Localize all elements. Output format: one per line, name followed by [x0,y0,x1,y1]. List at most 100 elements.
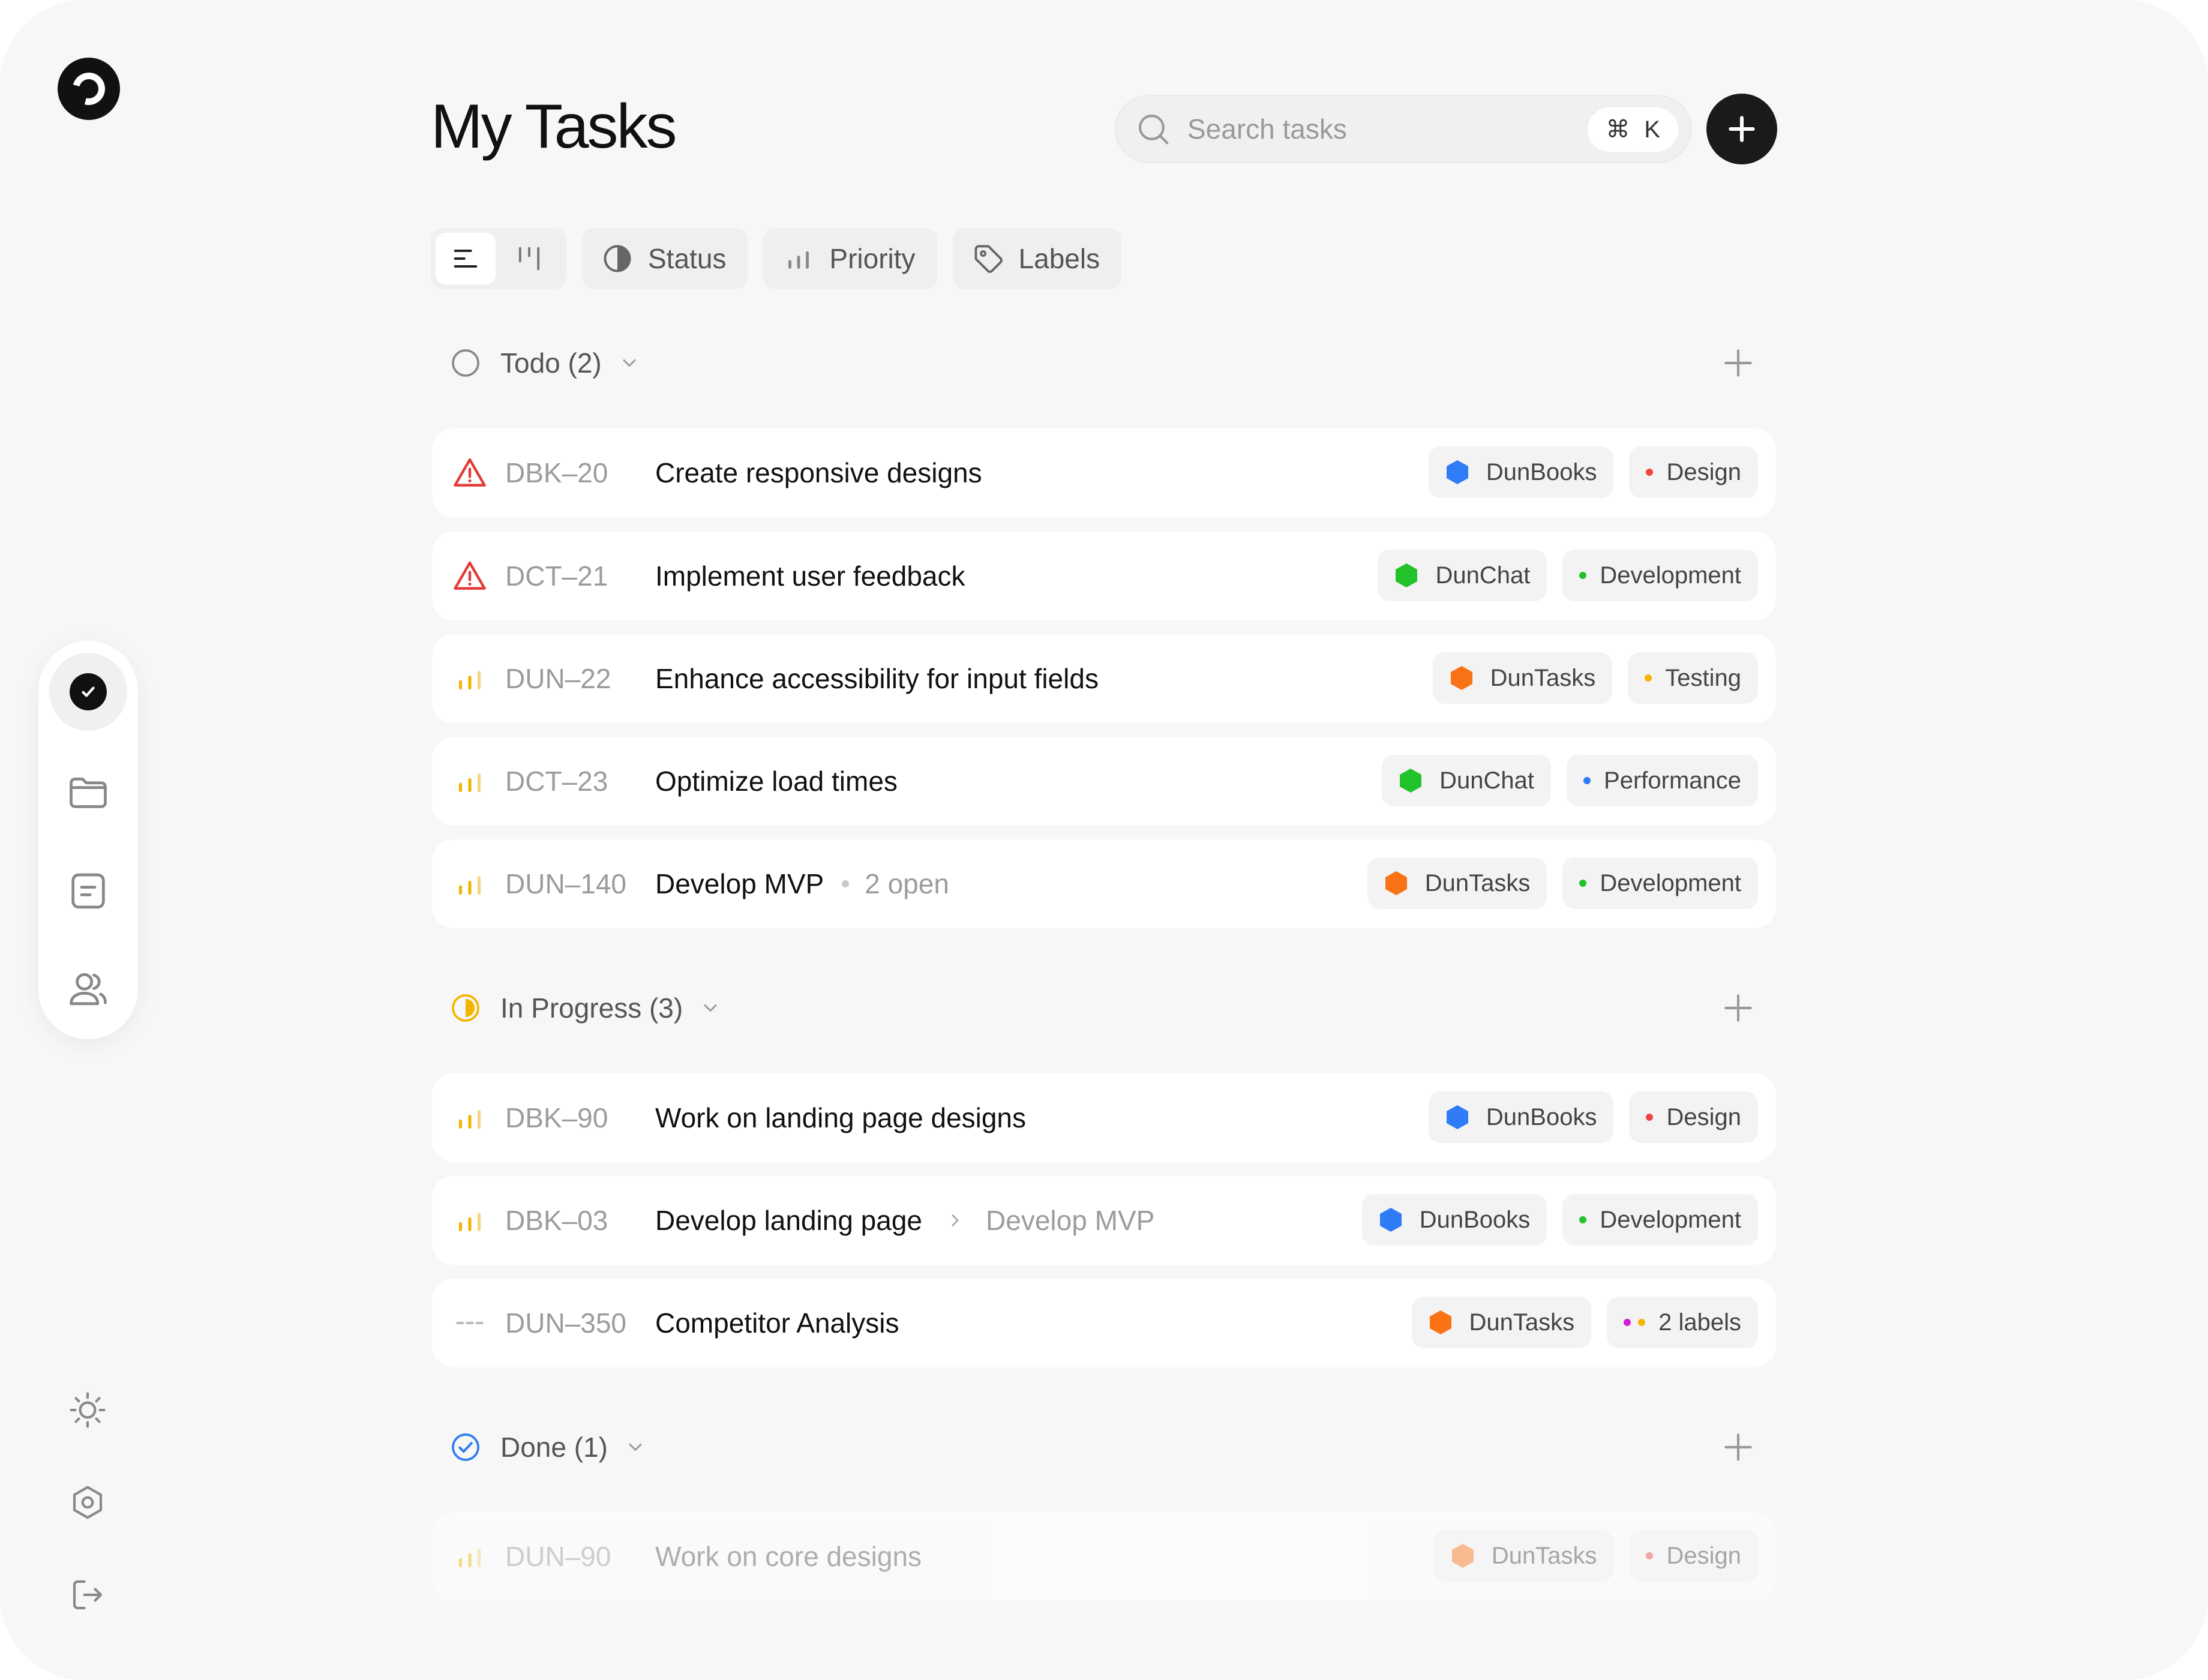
app-window: My Tasks ⌘ K Status Priority [0,0,2208,1680]
task-title: Create responsive designs [655,457,982,488]
hexagon-icon [1396,563,1418,587]
plus-icon[interactable] [1720,989,1757,1027]
plus-icon[interactable] [1720,344,1757,382]
todo-circle-icon [452,349,479,377]
folder-icon [70,778,107,808]
project-tag[interactable]: DunTasks [1432,652,1613,704]
search-input[interactable] [1187,113,1547,145]
hexagon-icon [1379,1208,1402,1232]
label-tag[interactable]: Development [1562,550,1758,601]
label-tag[interactable]: Testing [1628,652,1758,704]
settings-hexagon-icon [73,1486,103,1519]
label-tag[interactable]: Design [1629,446,1758,498]
project-tag[interactable]: DunBooks [1428,1091,1614,1143]
list-icon [454,250,478,268]
task-title: Competitor Analysis [655,1307,899,1339]
settings-button[interactable] [66,1481,109,1524]
label-name: Development [1600,869,1741,896]
group-header-todo[interactable]: Todo (2) [449,342,1757,384]
sidebar-item-projects[interactable] [49,752,127,830]
label-dot [1583,777,1591,784]
project-name: DunTasks [1469,1309,1575,1336]
urgent-warning-icon [450,453,490,493]
parent-task-link[interactable]: Develop MVP [986,1204,1154,1237]
sidebar-item-team[interactable] [49,950,127,1028]
chevron-down-icon[interactable] [700,997,721,1019]
label-dot [1624,1319,1631,1326]
logout-button[interactable] [66,1573,109,1616]
project-tag[interactable]: DunTasks [1411,1297,1592,1348]
urgent-warning-icon [450,556,490,596]
project-tag[interactable]: DunTasks [1367,857,1547,909]
group-header-done[interactable]: Done (1) [449,1426,1757,1468]
plus-icon[interactable] [1720,1429,1757,1466]
label-dot [1646,1114,1654,1121]
task-id: DBK–03 [505,1205,608,1236]
project-tag[interactable]: DunBooks [1361,1194,1547,1246]
task-title: Work on core designs [655,1541,922,1572]
label-name: 2 labels [1658,1309,1741,1336]
task-row[interactable]: DBK–20 Create responsive designs DunBook… [432,428,1776,517]
chevron-down-icon[interactable] [625,1436,646,1458]
task-row[interactable]: DUN–140 Develop MVP 2 open DunTasks Deve… [432,839,1776,928]
search-bar[interactable]: ⌘ K [1115,95,1692,163]
chevron-down-icon[interactable] [619,352,640,374]
in-progress-icon [452,994,479,1022]
priority-medium-icon [450,864,490,904]
list-view-button[interactable] [436,233,496,284]
sidebar-item-tasks[interactable] [49,653,127,731]
label-name: Development [1600,1206,1741,1233]
task-row[interactable]: DBK–03 Develop landing page Develop MVP … [432,1176,1776,1265]
board-view-button[interactable] [499,233,559,284]
label-name: Design [1666,1542,1741,1569]
task-id: DCT–21 [505,560,608,592]
labels-filter-button[interactable]: Labels [952,228,1122,289]
separator-dot [842,880,850,887]
label-tag[interactable]: 2 labels [1607,1297,1758,1348]
label-tag[interactable]: Development [1562,857,1758,909]
task-title: Work on landing page designs [655,1102,1027,1133]
project-tag[interactable]: DunBooks [1428,446,1614,498]
sidebar-item-notes[interactable] [49,852,127,930]
priority-medium-icon [450,1537,490,1576]
hexagon-icon [1429,1310,1451,1334]
label-tag[interactable]: Development [1562,1194,1758,1246]
project-name: DunChat [1439,767,1535,794]
logout-icon [73,1580,103,1610]
label-tag[interactable]: Design [1629,1530,1758,1582]
shortcut-hint: ⌘ K [1588,107,1678,152]
subtask-count: 2 open [865,868,949,899]
task-row[interactable]: DUN–22 Enhance accessibility for input f… [432,634,1776,723]
project-name: DunTasks [1424,869,1531,896]
status-filter-button[interactable]: Status [582,228,748,289]
task-row[interactable]: DUN–350 Competitor Analysis DunTasks 2 l… [432,1279,1776,1367]
group-label: Done (1) [500,1432,608,1463]
shortcut-key: K [1644,116,1660,143]
task-title-with-subtasks: Develop MVP 2 open [655,868,949,900]
task-id: DBK–20 [505,457,608,488]
project-tag[interactable]: DunTasks [1433,1530,1614,1582]
page-title: My Tasks [431,92,677,161]
group-header-in-progress[interactable]: In Progress (3) [449,987,1757,1029]
label-tag[interactable]: Performance [1567,755,1758,806]
app-logo[interactable] [58,58,120,120]
task-row[interactable]: DBK–90 Work on landing page designs DunB… [432,1073,1776,1162]
task-row[interactable]: DCT–23 Optimize load times DunChat Perfo… [432,737,1776,826]
project-tag[interactable]: DunChat [1382,755,1552,806]
task-row[interactable]: DCT–21 Implement user feedback DunChat D… [432,532,1776,620]
project-name: DunBooks [1486,458,1597,485]
status-filter-label: Status [648,243,727,274]
label-name: Testing [1665,664,1741,691]
plus-icon [1729,116,1755,142]
task-row[interactable]: DUN–90 Work on core designs DunTasks Des… [432,1512,1776,1601]
theme-toggle[interactable] [66,1388,109,1432]
command-icon: ⌘ [1606,116,1630,143]
label-tag[interactable]: Design [1629,1091,1758,1143]
priority-filter-label: Priority [829,243,916,274]
priority-filter-button[interactable]: Priority [763,228,937,289]
document-icon [71,873,105,909]
half-circle-icon [604,245,631,272]
add-task-button[interactable] [1706,94,1777,164]
labels-filter-label: Labels [1018,243,1100,274]
project-tag[interactable]: DunChat [1378,550,1547,601]
